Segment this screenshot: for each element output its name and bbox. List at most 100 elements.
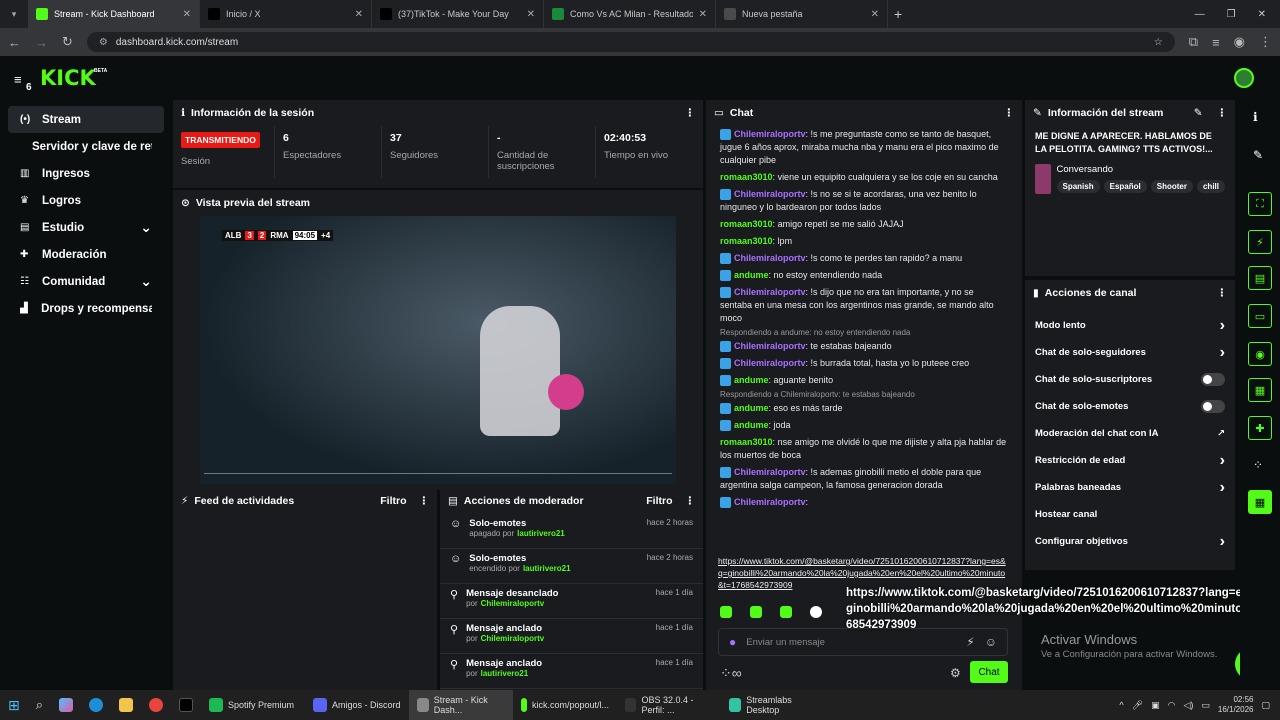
tiktok-icon[interactable] — [171, 690, 201, 720]
mic-icon[interactable]: ● — [729, 635, 736, 649]
chat-message[interactable]: Chilemiraloportv: !s no se si te acordar… — [706, 186, 1022, 216]
explorer-icon[interactable] — [111, 690, 141, 720]
tab-close-icon[interactable]: ✕ — [527, 9, 535, 20]
channel-action-6[interactable]: Restricción de edad › — [1025, 447, 1235, 474]
notifications-icon[interactable]: ▢ — [1261, 700, 1270, 711]
taskbar-app[interactable]: OBS 32.0.4 - Perfil: ... — [617, 690, 721, 720]
media-icon[interactable]: ≡ — [1212, 35, 1220, 50]
stream-tag[interactable]: Shooter — [1150, 180, 1193, 193]
profile-icon[interactable]: ◉ — [1234, 34, 1245, 50]
browser-tab[interactable]: Stream - Kick Dashboard ✕ — [28, 0, 200, 28]
chat-username[interactable]: romaan3010 — [720, 437, 773, 447]
tray-battery-icon[interactable]: ▭ — [1201, 700, 1210, 711]
chat-username[interactable]: Chilemiraloportv — [734, 497, 806, 507]
modaction-user[interactable]: lautirivero21 — [517, 529, 565, 538]
chat-username[interactable]: Chilemiraloportv — [734, 467, 806, 477]
sidebar-item-3[interactable]: ▥ Ingresos — [8, 160, 164, 187]
reload-icon[interactable]: ↻ — [62, 34, 73, 50]
taskbar-app[interactable]: Spotify Premium — [201, 690, 305, 720]
tray-chevron-icon[interactable]: ^ — [1119, 700, 1123, 710]
rail-chat-icon[interactable]: ▭ — [1248, 304, 1272, 328]
emote-icon[interactable] — [810, 606, 822, 618]
chat-message[interactable]: andume: eso es más tarde — [706, 400, 1022, 417]
chat-message[interactable]: Chilemiraloportv: !s como te perdes tan … — [706, 250, 1022, 267]
chat-message[interactable]: romaan3010: lpm — [706, 233, 1022, 250]
chat-message[interactable]: romaan3010: nse amigo me olvidé lo que m… — [706, 434, 1022, 464]
bookmark-star-icon[interactable]: ☆ — [1154, 37, 1163, 48]
modaction-user[interactable]: Chilemiraloportv — [481, 599, 545, 608]
chat-message[interactable]: Chilemiraloportv: !s dijo que no era tan… — [706, 284, 1022, 327]
hamburger-icon[interactable]: ≡ — [14, 72, 22, 87]
sidebar-item-4[interactable]: ♛ Logros — [8, 187, 164, 214]
sidebar-item-5[interactable]: ▤ Estudio ⌄ — [8, 214, 164, 241]
start-icon[interactable]: ⊞ — [0, 690, 28, 720]
chat-message[interactable]: andume: joda — [706, 417, 1022, 434]
chat-username[interactable]: Chilemiraloportv — [734, 358, 806, 368]
channel-action-2[interactable]: Chat de solo-seguidores › — [1025, 339, 1235, 366]
chrome-icon[interactable] — [141, 690, 171, 720]
modaction-user[interactable]: lautirivero21 — [523, 564, 571, 573]
modaction-user[interactable]: lautirivero21 — [481, 669, 529, 678]
channel-action-1[interactable]: Modo lento › — [1025, 312, 1235, 339]
rail-info-icon[interactable]: ℹ — [1253, 110, 1258, 124]
tab-close-icon[interactable]: ✕ — [699, 9, 707, 20]
chat-message[interactable]: andume: aguante benito — [706, 372, 1022, 389]
chat-username[interactable]: andume — [734, 420, 769, 430]
session-menu-icon[interactable]: ⋮ — [685, 107, 696, 119]
chat-username[interactable]: andume — [734, 375, 769, 385]
rail-doc-icon[interactable]: ▤ — [1248, 266, 1272, 290]
tray-mic-icon[interactable]: 🎤︎ — [1132, 700, 1143, 711]
chat-message[interactable]: Chilemiraloportv: — [706, 494, 1022, 511]
rail-wrench-icon[interactable]: ✚ — [1248, 416, 1272, 440]
emoji-icon[interactable]: ☺ — [985, 635, 997, 649]
rail-bolt-icon[interactable]: ⚡ — [1248, 230, 1272, 254]
chat-message[interactable]: Chilemiraloportv: !s ademas ginobilli me… — [706, 464, 1022, 494]
chat-settings-icon[interactable]: ⚙ — [950, 666, 961, 680]
rail-edit-icon[interactable]: ✎ — [1253, 148, 1263, 162]
tray-wifi-icon[interactable]: ◠ — [1168, 700, 1176, 711]
emote-icon[interactable] — [780, 606, 792, 618]
new-tab-icon[interactable]: + — [894, 6, 902, 22]
video-progress[interactable] — [204, 473, 672, 474]
modaction-user[interactable]: Chilemiraloportv — [481, 634, 545, 643]
browser-menu-icon[interactable]: ⋮ — [1259, 34, 1272, 50]
feed-menu-icon[interactable]: ⋮ — [419, 495, 430, 507]
forward-icon[interactable]: → — [35, 35, 48, 50]
toggle-switch[interactable] — [1201, 373, 1225, 386]
channel-action-9[interactable]: Configurar objetivos › — [1025, 528, 1235, 555]
chat-username[interactable]: Chilemiraloportv — [734, 129, 806, 139]
edit-icon[interactable]: ✎ — [1194, 107, 1203, 119]
channel-action-3[interactable]: Chat de solo-suscriptores — [1025, 366, 1235, 393]
toggle-switch[interactable] — [1201, 400, 1225, 413]
stream-video[interactable]: ALB 3 2 RMA 94:05 +4 — [200, 216, 676, 484]
chat-username[interactable]: Chilemiraloportv — [734, 287, 806, 297]
kick-logo[interactable]: KICK — [40, 66, 96, 90]
tab-close-icon[interactable]: ✕ — [355, 9, 363, 20]
chat-message[interactable]: romaan3010: amigo repetí se me salió JAJ… — [706, 216, 1022, 233]
channel-action-7[interactable]: Palabras baneadas › — [1025, 474, 1235, 501]
url-field[interactable]: ⚙ dashboard.kick.com/stream ☆ — [86, 32, 1175, 52]
chat-message[interactable]: andume: no estoy entendiendo nada — [706, 267, 1022, 284]
site-info-icon[interactable]: ⚙ — [99, 37, 108, 48]
clock[interactable]: 02:56 16/1/2026 — [1218, 695, 1254, 715]
emote-icon[interactable] — [720, 606, 732, 618]
user-avatar[interactable] — [1234, 68, 1254, 88]
chat-username[interactable]: Chilemiraloportv — [734, 253, 806, 263]
feed-filter-button[interactable]: Filtro — [380, 495, 406, 507]
channel-menu-icon[interactable]: ⋮ — [1217, 287, 1228, 299]
chat-username[interactable]: romaan3010 — [720, 219, 773, 229]
tab-close-icon[interactable]: ✕ — [183, 9, 191, 20]
browser-tab[interactable]: Inicio / X ✕ — [200, 0, 372, 28]
command-icon[interactable]: ⚡ — [966, 635, 974, 649]
sidebar-item-2[interactable]: Servidor y clave de retransmisión — [8, 133, 164, 160]
sidebar-item-7[interactable]: ☷ Comunidad ⌄ — [8, 268, 164, 295]
chat-username[interactable]: romaan3010 — [720, 236, 773, 246]
chat-message[interactable]: romaan3010: viene un equipito cualquiera… — [706, 169, 1022, 186]
browser-tab[interactable]: Como Vs AC Milan - Resultado ✕ — [544, 0, 716, 28]
stream-tag[interactable]: Español — [1103, 180, 1147, 193]
chat-message[interactable]: Chilemiraloportv: !s me preguntaste como… — [706, 126, 1022, 169]
edge-icon[interactable] — [81, 690, 111, 720]
maximize-icon[interactable]: ❐ — [1227, 9, 1236, 20]
copilot-icon[interactable] — [51, 690, 81, 720]
back-icon[interactable]: ← — [8, 35, 21, 50]
